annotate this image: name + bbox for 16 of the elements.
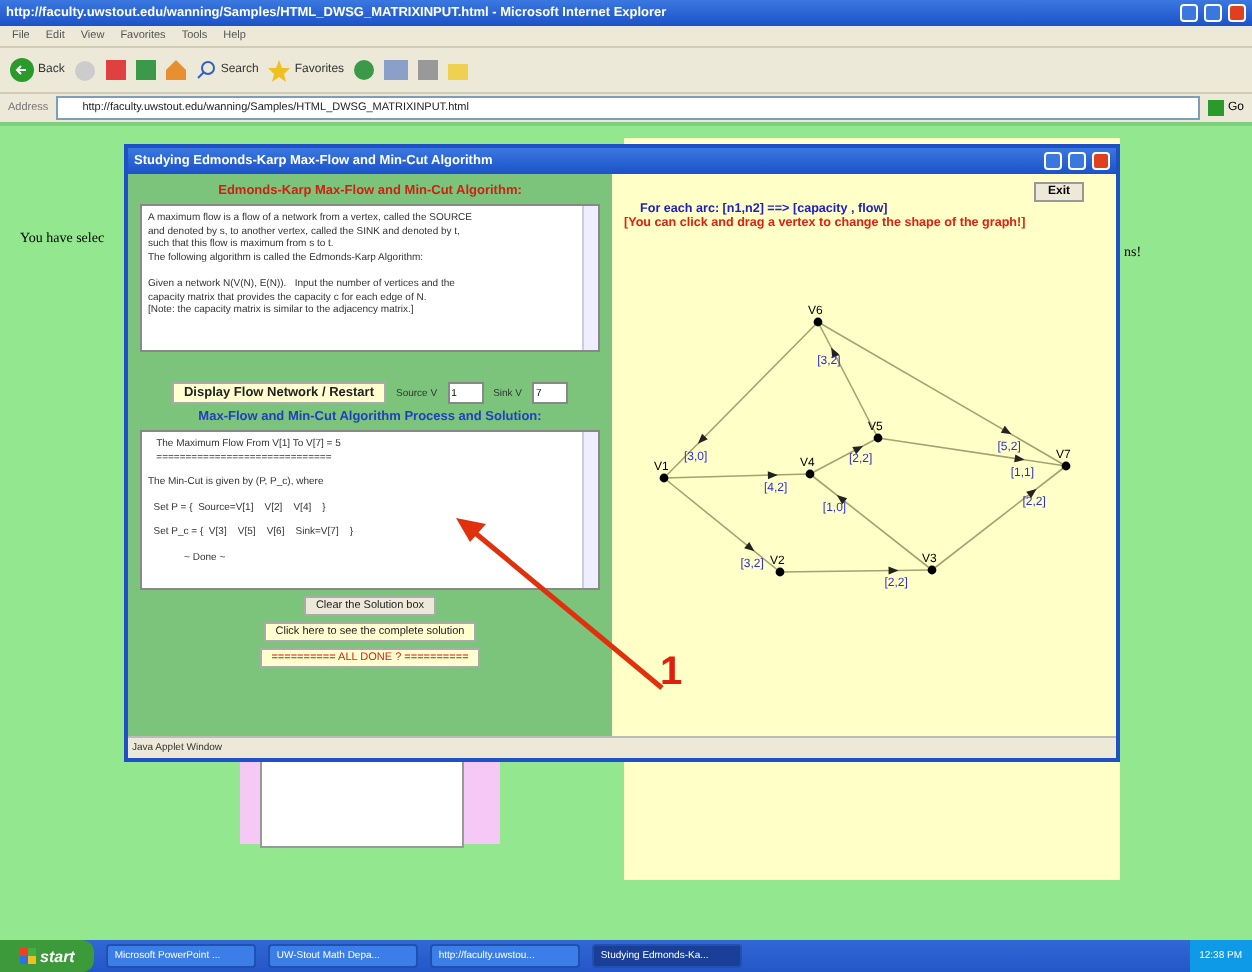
home-icon[interactable] xyxy=(166,60,187,80)
maximize-button[interactable] xyxy=(1204,4,1222,22)
annotation-label: 1 xyxy=(660,650,683,696)
close-button[interactable] xyxy=(1228,4,1246,22)
star-icon xyxy=(268,59,291,81)
start-button[interactable]: start xyxy=(0,940,95,972)
search-icon xyxy=(196,60,217,80)
minimize-button[interactable] xyxy=(1044,152,1062,170)
close-button[interactable] xyxy=(1092,152,1110,170)
scrollbar[interactable] xyxy=(582,206,598,350)
scrollbar[interactable] xyxy=(582,432,598,588)
intro-text-area[interactable] xyxy=(140,204,600,352)
minimize-button[interactable] xyxy=(1180,4,1198,22)
maximize-button[interactable] xyxy=(1068,152,1086,170)
back-icon xyxy=(10,58,34,82)
windows-logo-icon xyxy=(20,948,36,964)
